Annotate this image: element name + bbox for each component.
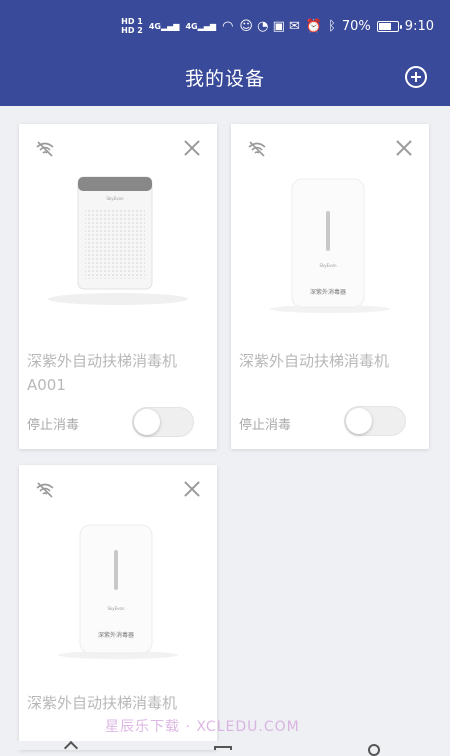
page-title: 我的设备 xyxy=(184,68,265,90)
disinfect-toggle[interactable] xyxy=(132,407,194,437)
sim-indicator: HD 1 HD 2 xyxy=(121,17,143,35)
disinfect-toggle[interactable] xyxy=(344,406,406,436)
svg-text:SkyEvon: SkyEvon xyxy=(108,606,125,611)
bluetooth-icon: ᛒ xyxy=(328,18,336,34)
close-icon[interactable] xyxy=(182,138,202,158)
svg-text:深紫外消毒器: 深紫外消毒器 xyxy=(310,288,346,296)
device-name: 深紫外自动扶梯消毒机 A001 xyxy=(27,352,178,394)
svg-text:深紫外消毒器: 深紫外消毒器 xyxy=(98,631,134,639)
back-icon[interactable] xyxy=(63,740,79,756)
device-name: 深紫外自动扶梯消毒机 xyxy=(239,352,390,370)
device-card[interactable]: SkyEvon 深紫外消毒器 深紫外自动扶梯消毒机 xyxy=(19,465,217,750)
alarm-icon: ⏰ xyxy=(305,18,323,34)
recent-apps-icon[interactable] xyxy=(368,744,380,756)
wifi-off-icon xyxy=(36,482,54,498)
watermark: 星辰乐下载 · XCLEDU.COM xyxy=(105,719,300,735)
close-icon[interactable] xyxy=(394,138,414,158)
device-status: 停止消毒 xyxy=(27,418,80,433)
wifi-status-icon: ◠ xyxy=(222,18,234,34)
device-image: SkyEvon xyxy=(48,176,188,305)
toggle-knob xyxy=(346,408,372,434)
device-card[interactable]: SkyEvon 深紫外消毒器 深紫外自动扶梯消毒机 停止消毒 xyxy=(231,124,429,449)
home-icon[interactable] xyxy=(214,746,232,750)
status-bar: HD 1 HD 2 4G▂▄▆ 4G▂▄▆ ◠ ☺ ◔ ▣ ✉ ⏰ ᛒ 70% 9… xyxy=(0,0,450,52)
signal-1-icon: 4G▂▄▆ xyxy=(148,21,180,31)
battery-icon xyxy=(376,20,402,32)
battery-percent: 70% xyxy=(341,18,371,34)
wifi-off-icon xyxy=(248,141,266,157)
device-image: SkyEvon 深紫外消毒器 xyxy=(58,524,178,659)
close-icon[interactable] xyxy=(182,479,202,499)
toggle-knob xyxy=(134,409,160,435)
system-nav-bar xyxy=(0,740,450,756)
app-header: HD 1 HD 2 4G▂▄▆ 4G▂▄▆ ◠ ☺ ◔ ▣ ✉ ⏰ ᛒ 70% 9… xyxy=(0,0,450,106)
clock: 9:10 xyxy=(404,18,434,34)
device-status: 停止消毒 xyxy=(239,418,292,433)
add-device-button[interactable] xyxy=(405,66,427,88)
device-card[interactable]: SkyEvon 深紫外自动扶梯消毒机 A001 停止消毒 xyxy=(19,124,217,449)
notification-icons: ☺ ◔ ▣ ✉ xyxy=(239,18,300,34)
device-name: 深紫外自动扶梯消毒机 xyxy=(27,694,178,712)
device-image: SkyEvon 深紫外消毒器 xyxy=(270,178,390,313)
wifi-off-icon xyxy=(36,141,54,157)
svg-text:SkyEvon: SkyEvon xyxy=(107,196,124,201)
svg-text:SkyEvon: SkyEvon xyxy=(320,263,337,268)
signal-2-icon: 4G▂▄▆ xyxy=(185,21,217,31)
